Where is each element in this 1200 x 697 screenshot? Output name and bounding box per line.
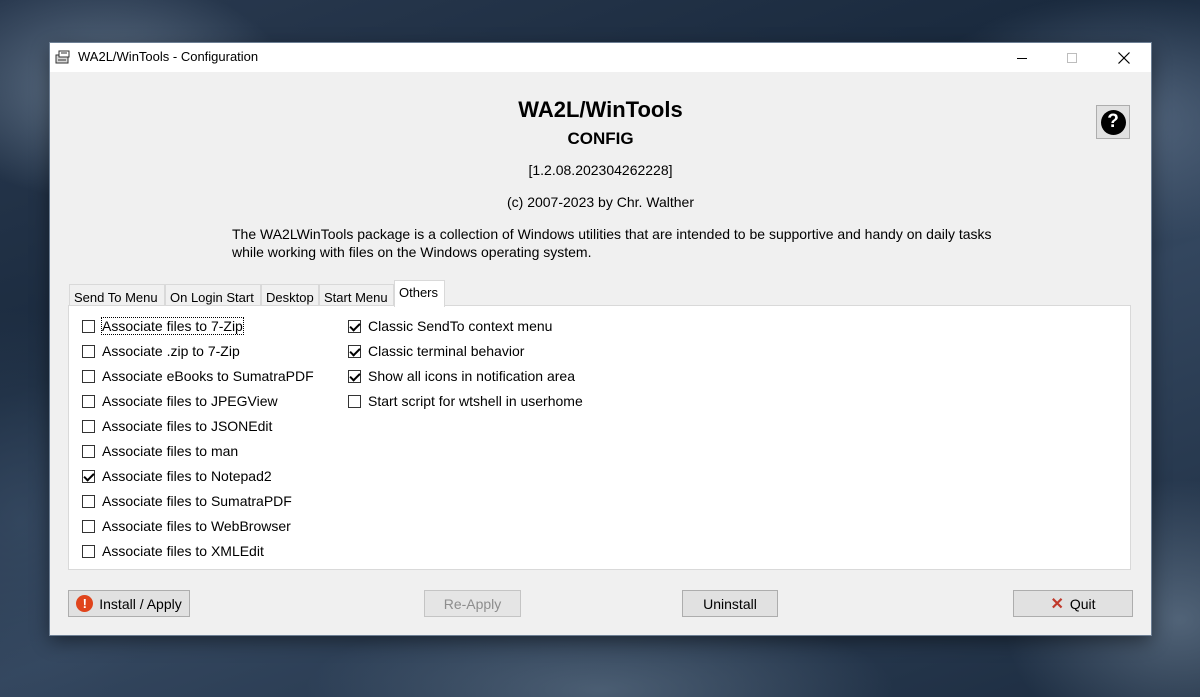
checkbox[interactable] — [348, 319, 361, 333]
option-classic-terminal[interactable]: Classic terminal behavior — [348, 341, 524, 361]
maximize-button[interactable] — [1049, 43, 1095, 72]
install-apply-button[interactable]: ! Install / Apply — [68, 590, 190, 617]
checkbox[interactable] — [82, 419, 95, 433]
checkbox[interactable] — [82, 394, 95, 408]
option-classic-sendto[interactable]: Classic SendTo context menu — [348, 316, 552, 336]
option-assoc-jpegview[interactable]: Associate files to JPEGView — [82, 391, 278, 411]
option-assoc-ebooks-sumatrapdf[interactable]: Associate eBooks to SumatraPDF — [82, 366, 314, 386]
checkbox[interactable] — [82, 319, 95, 333]
option-assoc-jsonedit[interactable]: Associate files to JSONEdit — [82, 416, 272, 436]
checkbox[interactable] — [82, 519, 95, 533]
others-tab-panel: Associate files to 7-Zip Associate .zip … — [68, 305, 1131, 570]
tab-others[interactable]: Others — [394, 280, 445, 307]
option-show-all-icons[interactable]: Show all icons in notification area — [348, 366, 575, 386]
checkbox[interactable] — [82, 444, 95, 458]
quit-button[interactable]: ✕ Quit — [1013, 590, 1133, 617]
checkbox[interactable] — [82, 469, 95, 483]
window-title: WA2L/WinTools - Configuration — [78, 49, 259, 64]
option-assoc-zip-7zip[interactable]: Associate .zip to 7-Zip — [82, 341, 240, 361]
tab-on-login-start[interactable]: On Login Start — [165, 284, 261, 306]
checkbox[interactable] — [82, 369, 95, 383]
checkbox[interactable] — [82, 494, 95, 508]
warning-icon: ! — [76, 595, 94, 612]
help-button[interactable]: ? — [1096, 105, 1130, 139]
option-assoc-7zip[interactable]: Associate files to 7-Zip — [82, 316, 244, 336]
copyright-label: (c) 2007-2023 by Chr. Walther — [506, 194, 694, 210]
tab-desktop[interactable]: Desktop — [261, 284, 319, 306]
close-x-icon: ✕ — [1050, 595, 1064, 613]
option-wtshell-userhome[interactable]: Start script for wtshell in userhome — [348, 391, 583, 411]
title-bar[interactable]: WA2L/WinTools - Configuration — [50, 43, 1151, 72]
minimize-button[interactable] — [999, 43, 1045, 72]
tab-start-menu[interactable]: Start Menu — [319, 284, 394, 306]
uninstall-button[interactable]: Uninstall — [682, 590, 778, 617]
config-window: WA2L/WinTools - Configuration WA2L/WinTo… — [50, 43, 1151, 635]
checkbox[interactable] — [348, 369, 361, 383]
checkbox[interactable] — [82, 344, 95, 358]
option-assoc-xmledit[interactable]: Associate files to XMLEdit — [82, 541, 264, 561]
minimize-icon — [1017, 57, 1027, 59]
close-icon — [1118, 51, 1130, 64]
maximize-icon — [1067, 52, 1077, 63]
app-subtitle: CONFIG — [567, 129, 634, 148]
option-assoc-webbrowser[interactable]: Associate files to WebBrowser — [82, 516, 291, 536]
help-icon: ? — [1100, 109, 1126, 135]
reapply-button[interactable]: Re-Apply — [424, 590, 521, 617]
checkbox[interactable] — [82, 544, 95, 558]
version-label: [1.2.08.202304262228] — [528, 162, 673, 178]
checkbox[interactable] — [348, 344, 361, 358]
option-assoc-notepad2[interactable]: Associate files to Notepad2 — [82, 466, 272, 486]
option-assoc-man[interactable]: Associate files to man — [82, 441, 238, 461]
app-icon — [55, 50, 70, 64]
checkbox[interactable] — [348, 394, 361, 408]
app-name: WA2L/WinTools — [518, 97, 683, 122]
close-button[interactable] — [1101, 43, 1147, 72]
package-description: The WA2LWinTools package is a collection… — [232, 226, 992, 260]
tab-send-to-menu[interactable]: Send To Menu — [69, 284, 165, 306]
option-assoc-sumatrapdf[interactable]: Associate files to SumatraPDF — [82, 491, 292, 511]
